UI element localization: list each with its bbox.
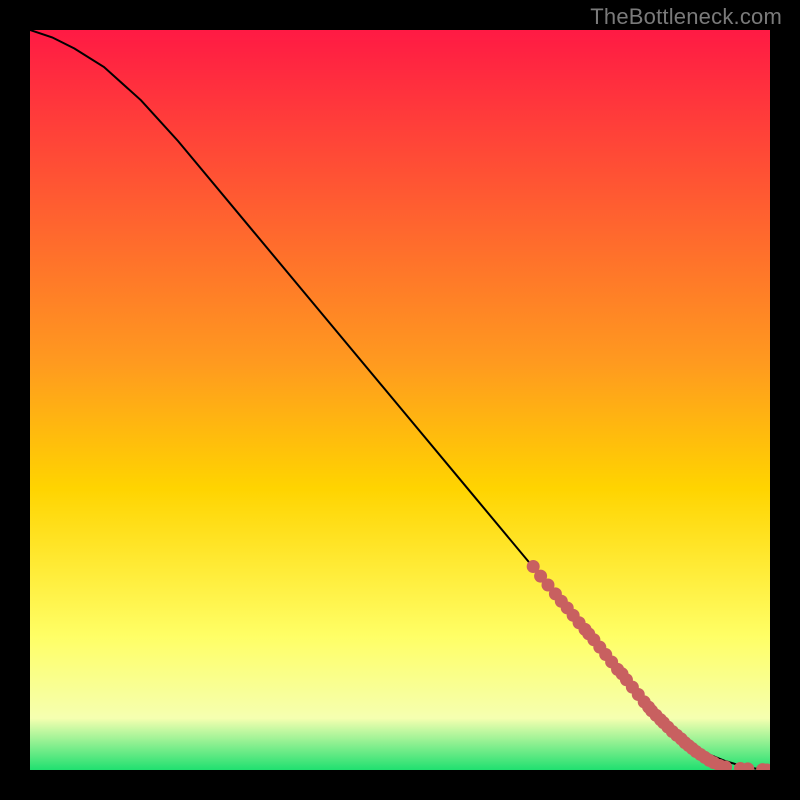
gradient-background: [30, 30, 770, 770]
watermark-text: TheBottleneck.com: [590, 4, 782, 30]
chart-frame: TheBottleneck.com: [0, 0, 800, 800]
plot-area: [30, 30, 770, 770]
chart-svg: [30, 30, 770, 770]
